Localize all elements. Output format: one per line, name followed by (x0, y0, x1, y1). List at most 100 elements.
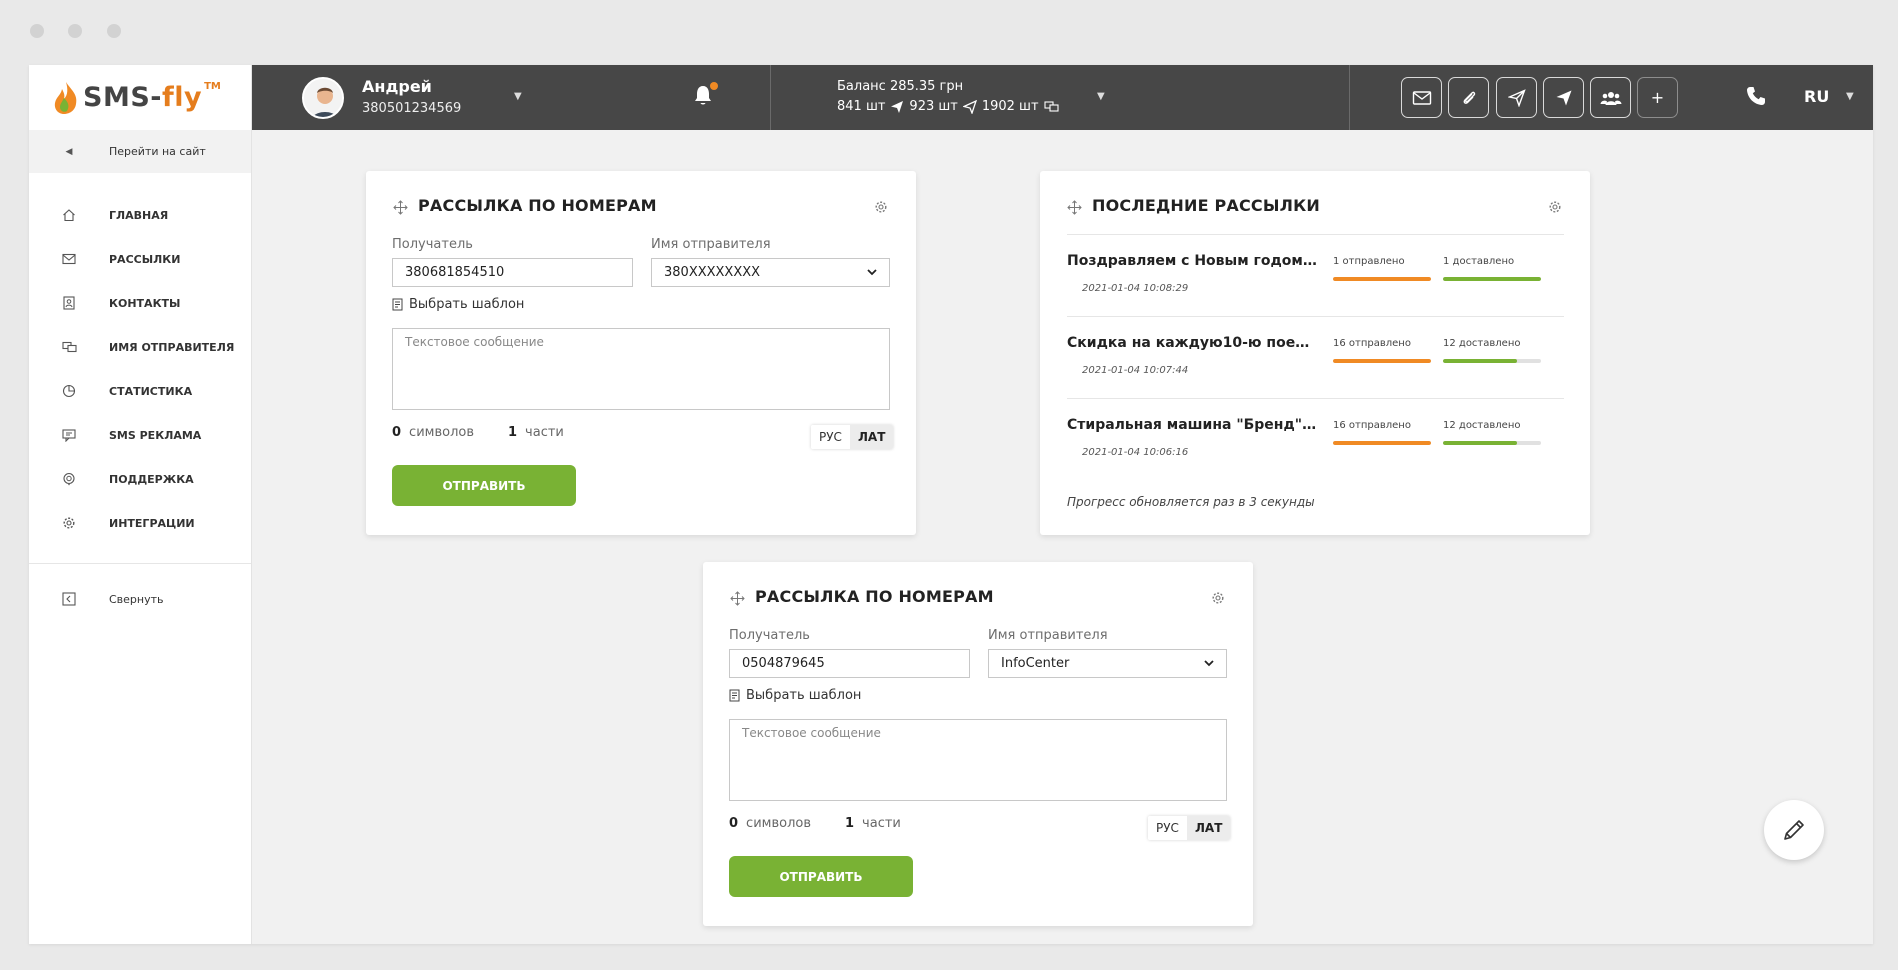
choose-template-link[interactable]: Выбрать шаблон (729, 688, 861, 703)
user-menu-caret-icon[interactable]: ▼ (514, 91, 522, 102)
email-button[interactable] (1401, 77, 1442, 118)
sidebar-item-label: ИМЯ ОТПРАВИТЕЛЯ (109, 340, 235, 354)
topbar-divider (1349, 65, 1350, 130)
logo-flame-icon (54, 81, 77, 114)
sidebar-item-sender-name[interactable]: ИМЯ ОТПРАВИТЕЛЯ (29, 325, 251, 369)
user-name[interactable]: Андрей (362, 77, 432, 96)
window-minimize-dot[interactable] (68, 24, 82, 38)
sidebar-item-integrations[interactable]: ИНТЕГРАЦИИ (29, 501, 251, 545)
home-icon (63, 209, 75, 222)
sidebar-item-support[interactable]: ПОДДЕРЖКА (29, 457, 251, 501)
list-divider (1067, 316, 1564, 317)
balance-menu-caret-icon[interactable]: ▼ (1097, 91, 1105, 102)
logo[interactable]: SMS-fly TM (29, 65, 251, 130)
sidebar-item-label: КОНТАКТЫ (109, 296, 181, 310)
campaign-date: 2021-01-04 10:08:29 (1082, 283, 1189, 294)
settings-gear-icon[interactable] (874, 200, 888, 214)
message-textarea[interactable] (729, 719, 1227, 801)
sidebar-item-label: СТАТИСТИКА (109, 384, 193, 398)
count-viber: 923 шт (909, 99, 958, 114)
window-close-dot[interactable] (30, 24, 44, 38)
parts-counter: 1 части (845, 816, 901, 831)
attach-button[interactable] (1448, 77, 1489, 118)
sender-name-select[interactable]: 380XXXXXXXX (651, 258, 890, 287)
sent-progress-fill (1333, 441, 1431, 445)
chars-label: символов (746, 816, 811, 831)
alphabet-latin-option[interactable]: ЛАТ (1186, 816, 1231, 840)
phone-button[interactable] (1745, 85, 1767, 111)
choose-template-label: Выбрать шаблон (746, 688, 862, 703)
envelope-icon (1412, 90, 1431, 105)
sidebar-item-statistics[interactable]: СТАТИСТИКА (29, 369, 251, 413)
card-title: ПОСЛЕДНИЕ РАССЫЛКИ (1092, 196, 1321, 215)
recipient-label: Получатель (729, 628, 810, 643)
users-group-icon (1600, 91, 1621, 105)
alphabet-latin-option[interactable]: ЛАТ (849, 425, 894, 449)
balance-text[interactable]: Баланс 285.35 грн (837, 79, 963, 94)
sender-icon (61, 341, 77, 353)
send-button[interactable]: ОТПРАВИТЬ (392, 465, 576, 506)
settings-gear-icon[interactable] (1548, 200, 1562, 214)
phone-icon (1747, 87, 1765, 105)
sender-name-label: Имя отправителя (651, 237, 771, 252)
collapse-sidebar-button[interactable]: Свернуть (29, 578, 251, 620)
parts-label: части (862, 816, 901, 831)
card-title: РАССЫЛКА ПО НОМЕРАМ (755, 587, 994, 606)
goto-site-label: Перейти на сайт (109, 145, 206, 158)
edit-layout-button[interactable] (1764, 800, 1824, 860)
move-icon[interactable] (1067, 200, 1082, 215)
move-icon[interactable] (393, 200, 408, 215)
language-caret-icon[interactable]: ▼ (1846, 91, 1854, 102)
chars-label: символов (409, 425, 474, 440)
recipient-input[interactable] (729, 649, 970, 678)
avatar[interactable] (302, 77, 344, 119)
delivered-progress-fill (1443, 359, 1517, 363)
alphabet-cyrillic-option[interactable]: РУС (1148, 816, 1187, 840)
message-textarea[interactable] (392, 328, 890, 410)
contacts-icon (63, 296, 75, 310)
delivered-count: 1 доставлено (1443, 256, 1515, 267)
count-messenger: 1902 шт (981, 99, 1039, 114)
sidebar-item-mailings[interactable]: РАССЫЛКИ (29, 237, 251, 281)
delivered-progress-bar (1443, 277, 1541, 281)
recipient-input[interactable] (392, 258, 633, 287)
sender-name-value: InfoCenter (1001, 656, 1070, 671)
send-outline-button[interactable] (1496, 77, 1537, 118)
sent-count: 16 отправлено (1333, 338, 1411, 349)
paper-plane-outline-icon (1507, 88, 1526, 107)
goto-site-link[interactable]: ◀ Перейти на сайт (29, 130, 251, 173)
user-avatar-icon (304, 79, 342, 117)
window-maximize-dot[interactable] (107, 24, 121, 38)
recent-mailings-card: ПОСЛЕДНИЕ РАССЫЛКИ Поздравляем с Новым г… (1040, 171, 1590, 535)
sidebar-item-sms-ads[interactable]: SMS РЕКЛАМА (29, 413, 251, 457)
parts-label: части (525, 425, 564, 440)
campaign-title[interactable]: Поздравляем с Новым годом!!! (1067, 253, 1317, 269)
sent-progress-bar (1333, 359, 1431, 363)
sender-name-select[interactable]: InfoCenter (988, 649, 1227, 678)
campaign-title[interactable]: Скидка на каждую10-ю поездку (1067, 335, 1317, 351)
alphabet-cyrillic-option[interactable]: РУС (811, 425, 850, 449)
sidebar-item-home[interactable]: ГЛАВНАЯ (29, 193, 251, 237)
choose-template-link[interactable]: Выбрать шаблон (392, 297, 524, 312)
sidebar-item-contacts[interactable]: КОНТАКТЫ (29, 281, 251, 325)
sidebar-item-label: SMS РЕКЛАМА (109, 428, 202, 442)
app-window: SMS-fly TM ◀ Перейти на сайт ГЛАВНАЯ РАС… (29, 65, 1873, 944)
settings-gear-icon[interactable] (1211, 591, 1225, 605)
sidebar-divider (29, 563, 251, 564)
sent-count: 1 отправлено (1333, 256, 1405, 267)
groups-button[interactable] (1590, 77, 1631, 118)
chevron-down-icon (1204, 660, 1214, 667)
move-icon[interactable] (730, 591, 745, 606)
alphabet-toggle: РУС ЛАТ (1148, 816, 1231, 840)
sender-name-value: 380XXXXXXXX (664, 265, 761, 280)
chars-counter: 0 символов (729, 816, 811, 831)
collapse-label: Свернуть (109, 592, 164, 606)
send-filled-button[interactable] (1543, 77, 1584, 118)
progress-update-note: Прогресс обновляется раз в 3 секунды (1067, 495, 1315, 509)
add-button[interactable]: + (1637, 77, 1678, 118)
message-counts[interactable]: 841 шт 923 шт 1902 шт (837, 99, 1059, 114)
language-selector[interactable]: RU (1804, 87, 1829, 106)
delivered-progress-bar (1443, 441, 1541, 445)
campaign-title[interactable]: Стиральная машина "Бренд" + ... (1067, 417, 1317, 433)
send-button[interactable]: ОТПРАВИТЬ (729, 856, 913, 897)
